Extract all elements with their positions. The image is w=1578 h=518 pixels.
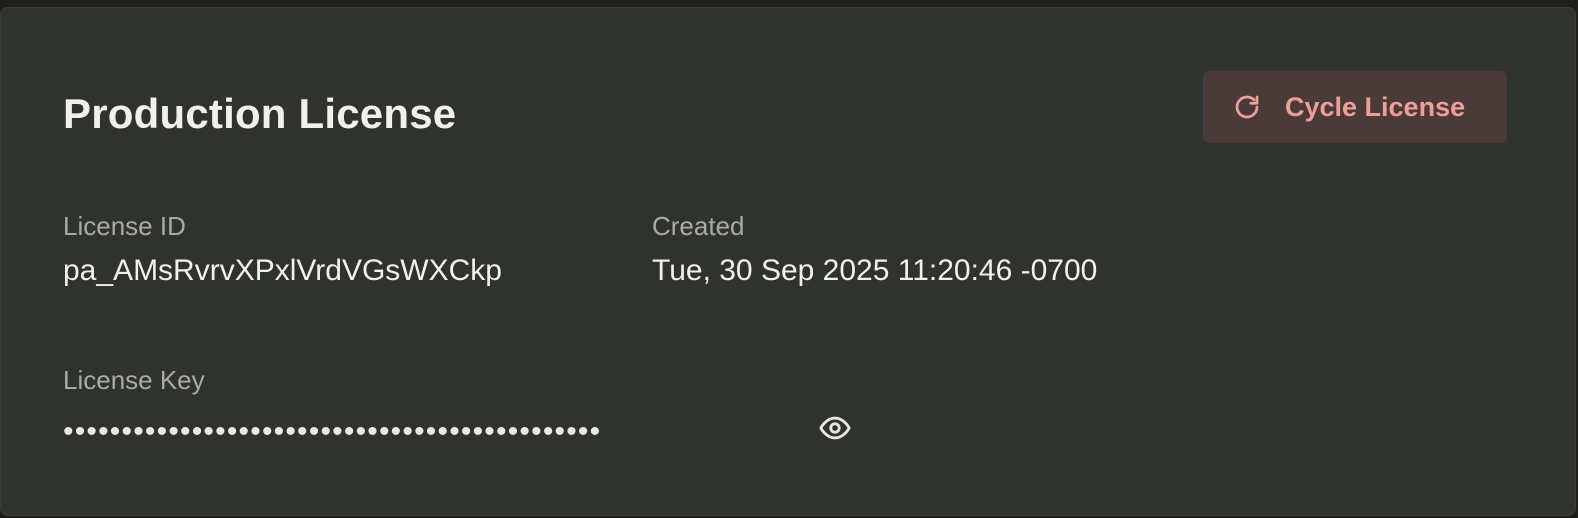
refresh-icon bbox=[1231, 91, 1263, 123]
license-id-label: License ID bbox=[63, 211, 186, 241]
eye-icon bbox=[818, 411, 852, 445]
license-key-masked: ••••••••••••••••••••••••••••••••••••••••… bbox=[63, 415, 602, 448]
cycle-license-button[interactable]: Cycle License bbox=[1203, 71, 1507, 143]
license-id-value: pa_AMsRvrvXPxlVrdVGsWXCkp bbox=[63, 254, 502, 287]
cycle-license-label: Cycle License bbox=[1285, 91, 1466, 122]
created-value: Tue, 30 Sep 2025 11:20:46 -0700 bbox=[652, 254, 1098, 287]
card-title: Production License bbox=[63, 90, 457, 137]
created-label: Created bbox=[652, 211, 745, 241]
license-key-label: License Key bbox=[63, 365, 205, 395]
license-card: Production License Cycle License License… bbox=[0, 7, 1576, 516]
reveal-license-key-button[interactable] bbox=[817, 410, 853, 446]
